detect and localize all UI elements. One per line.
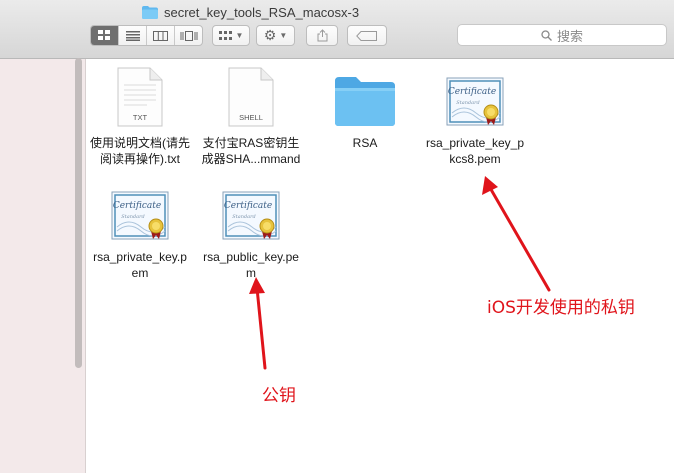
file-item[interactable]: TXT 使用说明文档(请先 阅读再操作).txt: [85, 63, 195, 167]
chevron-down-icon: ▼: [235, 31, 244, 40]
coverflow-view-button[interactable]: [175, 26, 202, 45]
coverflow-view-icon: [180, 30, 197, 41]
icon-view-icon: [98, 30, 110, 40]
chevron-down-icon: ▼: [279, 31, 288, 40]
shell-script-icon: SHELL: [228, 67, 274, 127]
svg-text:Certificate: Certificate: [448, 87, 496, 97]
grid-icon: [218, 30, 232, 40]
icon-type-label: TXT: [133, 113, 148, 122]
file-item[interactable]: Certificate Standard rsa_public_key.pe m: [196, 177, 306, 281]
view-mode-group[interactable]: [90, 25, 203, 46]
search-field[interactable]: 搜索: [457, 24, 667, 46]
folder-icon: [142, 5, 158, 19]
list-view-button[interactable]: [119, 26, 147, 45]
file-name: 支付宝RAS密钥生 成器SHA...mmand: [201, 136, 301, 166]
icon-type-label: SHELL: [239, 113, 263, 122]
share-icon: [317, 29, 327, 42]
tag-icon: [356, 30, 377, 41]
file-grid: TXT 使用说明文档(请先 阅读再操作).txt SHELL 支付宝RAS密钥生…: [86, 59, 674, 473]
icon-view-button[interactable]: [91, 26, 119, 45]
file-name: rsa_private_key_p kcs8.pem: [425, 136, 525, 166]
annotation-ios-private-key: iOS开发使用的私钥: [487, 298, 635, 318]
folder-item[interactable]: RSA: [310, 63, 420, 151]
sidebar-scrollbar[interactable]: [75, 58, 82, 368]
svg-text:Certificate: Certificate: [113, 201, 161, 211]
file-item[interactable]: Certificate Standard rsa_private_key_p k…: [420, 63, 530, 167]
sidebar[interactable]: [0, 59, 86, 473]
window-titlebar: secret_key_tools_RSA_macosx-3 ▼ ⚙ ▼ 搜索: [0, 0, 674, 59]
column-view-icon: [153, 30, 168, 41]
certificate-icon: Certificate Standard: [222, 191, 280, 240]
file-name: rsa_private_key.p em: [93, 250, 187, 280]
arrange-button[interactable]: ▼: [212, 25, 250, 46]
list-view-icon: [125, 30, 140, 41]
action-button[interactable]: ⚙ ▼: [256, 25, 295, 46]
svg-text:Standard: Standard: [456, 100, 479, 106]
file-item[interactable]: SHELL 支付宝RAS密钥生 成器SHA...mmand: [196, 63, 306, 167]
window-title: secret_key_tools_RSA_macosx-3: [142, 3, 359, 21]
gear-icon: ⚙: [263, 27, 277, 43]
text-document-icon: TXT: [117, 67, 163, 127]
tag-button[interactable]: [347, 25, 387, 46]
file-name: rsa_public_key.pe m: [203, 250, 299, 280]
file-name: 使用说明文档(请先 阅读再操作).txt: [90, 136, 190, 166]
search-placeholder: 搜索: [556, 28, 583, 44]
file-name: RSA: [352, 136, 378, 150]
window-title-text: secret_key_tools_RSA_macosx-3: [164, 4, 360, 20]
annotation-public-key: 公钥: [262, 386, 296, 406]
certificate-icon: Certificate Standard: [111, 191, 169, 240]
svg-text:Standard: Standard: [121, 214, 144, 220]
folder-icon: [335, 77, 395, 126]
search-icon: [541, 29, 552, 41]
column-view-button[interactable]: [147, 26, 175, 45]
certificate-icon: Certificate Standard: [446, 77, 504, 126]
svg-text:Certificate: Certificate: [224, 201, 272, 211]
file-item[interactable]: Certificate Standard rsa_private_key.p e…: [85, 177, 195, 281]
share-button[interactable]: [306, 25, 338, 46]
svg-text:Standard: Standard: [232, 214, 255, 220]
